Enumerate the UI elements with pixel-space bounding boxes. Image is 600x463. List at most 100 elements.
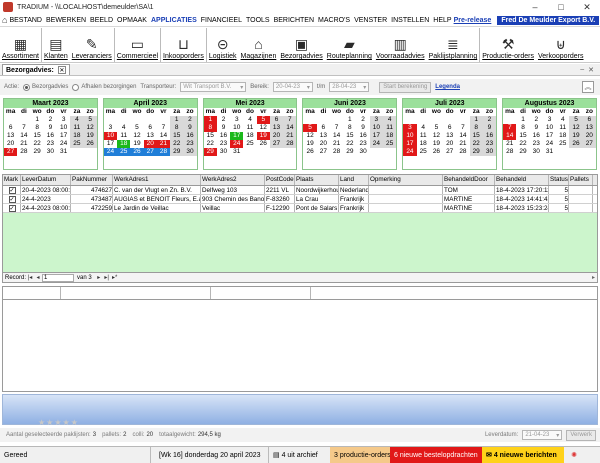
calendar-day[interactable]: 14 (503, 132, 517, 140)
calendar-day[interactable]: 16 (44, 132, 57, 140)
calendar-day[interactable]: 9 (183, 124, 197, 132)
calendar-day[interactable]: 20 (443, 140, 456, 148)
calendar-day[interactable]: 25 (243, 140, 256, 148)
calendar-day[interactable]: 3 (543, 116, 556, 124)
calendar-day[interactable]: 11 (70, 124, 84, 132)
calendar-day[interactable]: 6 (317, 124, 330, 132)
calendar-day[interactable]: 22 (469, 140, 483, 148)
calendar-day[interactable]: 29 (343, 148, 356, 156)
calendar-day[interactable]: 11 (417, 132, 430, 140)
maximize-button[interactable]: □ (548, 0, 574, 14)
calendar-day[interactable]: 16 (482, 132, 497, 140)
calendar-day[interactable]: 31 (57, 148, 70, 156)
start-berekening-button[interactable]: Start berekening (379, 81, 432, 93)
calendar-day[interactable]: 28 (456, 148, 469, 156)
calendar-day[interactable]: 24 (543, 140, 556, 148)
calendar-day[interactable]: 15 (204, 132, 217, 140)
calendar-day[interactable]: 25 (117, 148, 131, 156)
calendar-day[interactable]: 23 (482, 140, 497, 148)
calendar-day[interactable]: 12 (303, 132, 316, 140)
prerelease-link[interactable]: Pre-release (454, 17, 492, 24)
date-from-field[interactable]: 20-04-23 ▾ (272, 82, 313, 92)
calendar-day[interactable]: 3 (57, 116, 70, 124)
calendar-day[interactable]: 27 (443, 148, 456, 156)
calendar-day[interactable]: 18 (243, 132, 256, 140)
next-record-icon[interactable]: ▸ (95, 274, 103, 282)
calendar-day[interactable]: 16 (183, 132, 197, 140)
calendar-day[interactable]: 6 (582, 116, 596, 124)
menu-financieel[interactable]: FINANCIEEL (199, 17, 244, 24)
table-row[interactable]: ✓ 24-4-2023 08:00:00472259Le Jardin de Ve… (3, 204, 597, 213)
calendar-day[interactable]: 11 (243, 124, 256, 132)
calendar-day[interactable]: 10 (403, 132, 417, 140)
calendar-day[interactable]: 29 (31, 148, 44, 156)
calendar-day[interactable]: 12 (130, 132, 143, 140)
scroll-right-icon[interactable]: ▸ (592, 274, 595, 281)
calendar-day[interactable]: 18 (70, 132, 84, 140)
calendar-day[interactable]: 24 (369, 140, 383, 148)
toolbar-verkooporders[interactable]: ⊎ Verkooporders (536, 28, 586, 62)
status-archief[interactable]: ▤ 4 uit archief (268, 446, 330, 463)
calendar-day[interactable]: 10 (369, 124, 383, 132)
calendar-day[interactable]: 8 (170, 124, 184, 132)
calendar-day[interactable]: 17 (57, 132, 70, 140)
calendar-day[interactable]: 17 (369, 132, 383, 140)
calendar-day[interactable]: 25 (382, 140, 397, 148)
calendar-day[interactable]: 5 (83, 116, 97, 124)
table-row[interactable]: ✓ 24-4-2023 473487 AUGIAS et BENOIT Fleurs,… (3, 195, 597, 204)
column-header[interactable]: Plaats (295, 175, 339, 185)
calendar-day[interactable]: 20 (317, 140, 330, 148)
calendar-day[interactable]: 11 (556, 124, 569, 132)
calendar-day[interactable]: 10 (103, 132, 118, 140)
calendar-day[interactable]: 27 (317, 148, 330, 156)
calendar-day[interactable]: 29 (170, 148, 184, 156)
toolbar-paklijstplanning[interactable]: ≣ Paklijstplanning (427, 28, 481, 62)
calendar-day[interactable]: 21 (330, 140, 343, 148)
calendar-day[interactable]: 6 (443, 124, 456, 132)
calendar-day[interactable]: 21 (456, 140, 469, 148)
calendar-day[interactable]: 4 (556, 116, 569, 124)
calendar-day[interactable]: 22 (204, 140, 217, 148)
toolbar-voorraadadvies[interactable]: ▥ Voorraadadvies (374, 28, 427, 62)
calendar-day[interactable]: 7 (503, 124, 517, 132)
menu-venster[interactable]: VENSTER (352, 17, 389, 24)
calendar-day[interactable]: 1 (516, 116, 529, 124)
calendar-day[interactable]: 9 (217, 124, 230, 132)
calendar-day[interactable]: 12 (83, 124, 97, 132)
calendar-day[interactable]: 18 (556, 132, 569, 140)
calendar-day[interactable]: 28 (330, 148, 343, 156)
calendar-day[interactable]: 5 (569, 116, 583, 124)
calendar-day[interactable]: 8 (343, 124, 356, 132)
calendar-day[interactable]: 13 (269, 124, 284, 132)
calendar-day[interactable]: 14 (17, 132, 30, 140)
option-bezorgadvies[interactable]: Bezorgadvies (23, 83, 68, 91)
column-header[interactable]: BehandeldDoor (443, 175, 495, 185)
calendar-day[interactable]: 21 (283, 132, 297, 140)
calendar-day[interactable]: 9 (44, 124, 57, 132)
calendar-day[interactable]: 22 (516, 140, 529, 148)
new-record-icon[interactable]: ▸* (111, 274, 119, 282)
calendar-day[interactable]: 14 (283, 124, 297, 132)
calendar-day[interactable]: 2 (356, 116, 369, 124)
first-record-icon[interactable]: |◂ (26, 274, 34, 282)
calendar-day[interactable]: 5 (256, 116, 270, 124)
calendar-day[interactable]: 20 (4, 140, 17, 148)
calendar-day[interactable]: 22 (170, 140, 184, 148)
column-header[interactable]: Land (339, 175, 369, 185)
verwerk-button[interactable]: Verwerk (566, 429, 596, 441)
close-button[interactable]: ✕ (574, 0, 600, 14)
last-record-icon[interactable]: ▸| (103, 274, 111, 282)
calendar-day[interactable]: 7 (17, 124, 30, 132)
calendar-day[interactable]: 26 (569, 140, 583, 148)
calendar-day[interactable]: 20 (582, 132, 596, 140)
menu-tools[interactable]: TOOLS (244, 17, 272, 24)
calendar-day[interactable]: 17 (543, 132, 556, 140)
calendar-day[interactable]: 11 (382, 124, 397, 132)
calendar-day[interactable]: 26 (83, 140, 97, 148)
calendar-day[interactable]: 3 (230, 116, 243, 124)
calendar-day[interactable]: 2 (482, 116, 497, 124)
calendar-day[interactable]: 16 (217, 132, 230, 140)
calendar-day[interactable]: 17 (230, 132, 244, 140)
calendar-day[interactable]: 6 (4, 124, 17, 132)
calendar-day[interactable]: 22 (343, 140, 356, 148)
